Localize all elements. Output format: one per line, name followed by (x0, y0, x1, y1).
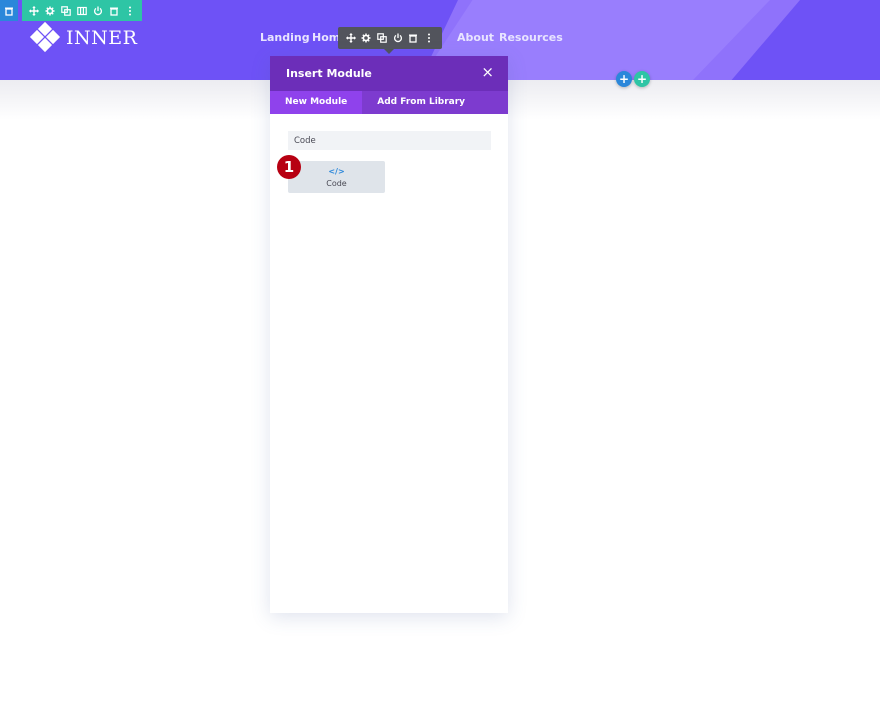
duplicate-icon[interactable] (376, 32, 388, 44)
module-option-code[interactable]: </> Code (288, 161, 385, 193)
section-toolbar (0, 0, 18, 21)
gear-icon[interactable] (360, 32, 372, 44)
trash-icon[interactable] (3, 5, 15, 17)
modal-header: Insert Module × (270, 56, 508, 91)
add-section-button[interactable]: + (616, 71, 632, 87)
site-logo[interactable]: INNER (29, 21, 138, 53)
nav-item-landing[interactable]: Landing (260, 31, 310, 44)
diamond-logo-icon (29, 21, 61, 53)
step-badge: 1 (277, 155, 301, 179)
trash-icon[interactable] (407, 32, 419, 44)
columns-icon[interactable] (76, 5, 88, 17)
code-icon: </> (328, 167, 345, 176)
duplicate-icon[interactable] (60, 5, 72, 17)
nav-item-resources[interactable]: Resources (499, 31, 563, 44)
trash-icon[interactable] (108, 5, 120, 17)
modal-title: Insert Module (286, 67, 372, 80)
move-icon[interactable] (28, 5, 40, 17)
module-toolbar (338, 27, 442, 54)
add-row-button[interactable]: + (634, 71, 650, 87)
power-icon[interactable] (392, 32, 404, 44)
modal-tabs: New Module Add From Library (270, 91, 508, 114)
more-icon[interactable] (124, 5, 136, 17)
module-option-label: Code (326, 179, 347, 188)
insert-module-modal: Insert Module × New Module Add From Libr… (270, 56, 508, 613)
more-icon[interactable] (423, 32, 435, 44)
logo-text: INNER (66, 27, 138, 49)
move-icon[interactable] (345, 32, 357, 44)
module-search-input[interactable] (288, 131, 491, 150)
gear-icon[interactable] (44, 5, 56, 17)
power-icon[interactable] (92, 5, 104, 17)
row-toolbar (22, 0, 142, 21)
close-icon[interactable]: × (481, 65, 494, 80)
tab-add-from-library[interactable]: Add From Library (362, 91, 480, 114)
nav-item-about[interactable]: About (457, 31, 494, 44)
tab-new-module[interactable]: New Module (270, 91, 363, 114)
